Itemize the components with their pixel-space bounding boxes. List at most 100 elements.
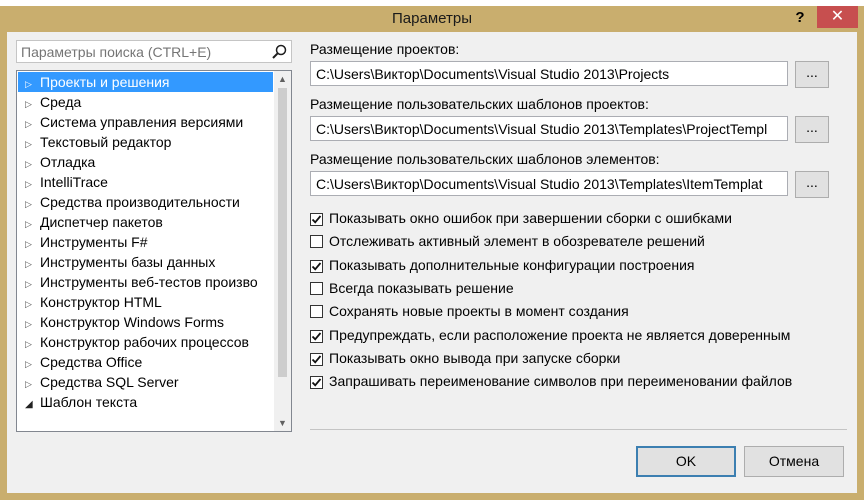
- tree-item[interactable]: ▷ Текстовый редактор: [18, 132, 273, 152]
- collapsed-arrow-icon[interactable]: ▷: [25, 114, 40, 132]
- tree-item[interactable]: ◢ Шаблон текста: [18, 392, 273, 412]
- collapsed-arrow-icon[interactable]: ▷: [25, 74, 40, 92]
- option-checkbox-row[interactable]: Показывать окно ошибок при завершении сб…: [310, 208, 732, 228]
- collapsed-arrow-icon[interactable]: ▷: [25, 154, 40, 172]
- search-icon[interactable]: [271, 44, 289, 60]
- tree-item[interactable]: ▷ Инструменты веб-тестов произво: [18, 272, 273, 292]
- dialog-client-area: ▷Проекты и решения▷Среда▷Система управле…: [7, 32, 857, 493]
- tree-item[interactable]: ▷ Отладка: [18, 152, 273, 172]
- collapsed-arrow-icon[interactable]: ▷: [25, 194, 40, 212]
- option-checkbox-row[interactable]: Показывать дополнительные конфигурации п…: [310, 255, 694, 275]
- option-checkbox-row[interactable]: Предупреждать, если расположение проекта…: [310, 325, 790, 345]
- collapsed-arrow-icon[interactable]: ▷: [25, 234, 40, 252]
- tree-scrollbar[interactable]: ▲ ▼: [274, 71, 291, 431]
- close-button[interactable]: ✕: [817, 6, 858, 28]
- path-input[interactable]: [310, 61, 788, 86]
- close-icon: ✕: [830, 8, 845, 25]
- tree-item[interactable]: ▷ Диспетчер пакетов: [18, 212, 273, 232]
- tree-item[interactable]: ▷ Среда: [18, 92, 273, 112]
- collapsed-arrow-icon[interactable]: ▷: [25, 314, 40, 332]
- option-label: Всегда показывать решение: [329, 279, 514, 296]
- tree-item[interactable]: ▷ Конструктор HTML: [18, 292, 273, 312]
- option-checkbox-row[interactable]: Сохранять новые проекты в момент создани…: [310, 301, 629, 321]
- tree-item-label: Конструктор рабочих процессов: [40, 334, 249, 350]
- collapsed-arrow-icon[interactable]: ▷: [25, 94, 40, 112]
- collapsed-arrow-icon[interactable]: ▷: [25, 254, 40, 272]
- checkmark-icon: [311, 331, 322, 341]
- option-checkbox-row[interactable]: Запрашивать переименование символов при …: [310, 371, 792, 391]
- collapsed-arrow-icon[interactable]: ▷: [25, 214, 40, 232]
- browse-button[interactable]: ...: [795, 171, 829, 198]
- checkmark-icon: [311, 355, 322, 364]
- checkbox-unchecked[interactable]: [310, 305, 323, 319]
- checkbox-checked[interactable]: [310, 352, 323, 366]
- checkbox-checked[interactable]: [310, 259, 323, 273]
- search-input[interactable]: [17, 41, 267, 62]
- checkbox-checked[interactable]: [310, 213, 323, 226]
- option-label: Запрашивать переименование символов при …: [329, 373, 793, 390]
- tree-item-label: Конструктор Windows Forms: [40, 314, 225, 330]
- scroll-thumb[interactable]: [278, 88, 287, 377]
- tree-item[interactable]: ▷ Инструменты базы данных: [18, 252, 273, 272]
- tree-item[interactable]: ▷ Конструктор рабочих процессов: [18, 332, 273, 352]
- collapsed-arrow-icon[interactable]: ▷: [25, 274, 40, 292]
- tree-item-label: IntelliTrace: [40, 174, 108, 190]
- tree-item-label: Конструктор HTML: [40, 294, 162, 310]
- collapsed-arrow-icon[interactable]: ▷: [25, 374, 40, 392]
- browse-button[interactable]: ...: [795, 116, 829, 143]
- field-label: Размещение пользовательских шаблонов эле…: [310, 151, 660, 167]
- title-bar[interactable]: Параметры ? ✕: [0, 6, 864, 32]
- tree-item-label: Инструменты F#: [40, 234, 148, 250]
- option-label: Показывать окно ошибок при завершении сб…: [329, 210, 732, 226]
- tree-item[interactable]: ▷ Конструктор Windows Forms: [18, 312, 273, 332]
- tree-item-label: Проекты и решения: [40, 74, 170, 90]
- option-checkbox-row[interactable]: Отслеживать активный элемент в обозреват…: [310, 231, 705, 251]
- checkbox-unchecked[interactable]: [310, 281, 323, 295]
- option-checkbox-row[interactable]: Показывать окно вывода при запуске сборк…: [310, 348, 620, 368]
- tree-item-label: Средства производительности: [40, 194, 240, 210]
- dialog-title: Параметры: [392, 10, 472, 27]
- tree-item-label: Текстовый редактор: [40, 134, 172, 150]
- tree-item[interactable]: ▷ Средства Office: [18, 352, 273, 372]
- tree-item-label: Шаблон текста: [40, 394, 138, 410]
- collapsed-arrow-icon[interactable]: ▷: [25, 334, 40, 352]
- scroll-up-icon[interactable]: ▲: [274, 71, 291, 87]
- help-button[interactable]: ?: [790, 8, 810, 28]
- separator: [310, 429, 847, 430]
- tree-item-label: Средства SQL Server: [40, 374, 179, 390]
- tree-item-label: Диспетчер пакетов: [40, 214, 163, 230]
- cancel-button[interactable]: Отмена: [744, 446, 844, 477]
- field-label: Размещение пользовательских шаблонов про…: [310, 96, 649, 112]
- tree-item[interactable]: ▷ Система управления версиями: [18, 112, 273, 132]
- option-label: Отслеживать активный элемент в обозреват…: [329, 233, 705, 250]
- tree-item[interactable]: ▷ Инструменты F#: [18, 232, 273, 252]
- tree-item[interactable]: ▷ IntelliTrace: [18, 172, 273, 192]
- path-input[interactable]: [310, 171, 788, 196]
- checkbox-checked[interactable]: [310, 376, 323, 390]
- tree-item-label: Средства Office: [40, 354, 143, 370]
- expanded-arrow-icon[interactable]: ◢: [25, 395, 40, 412]
- tree-item-label: Система управления версиями: [40, 114, 244, 130]
- collapsed-arrow-icon[interactable]: ▷: [25, 174, 40, 192]
- collapsed-arrow-icon[interactable]: ▷: [25, 294, 40, 312]
- browse-button[interactable]: ...: [795, 61, 829, 88]
- collapsed-arrow-icon[interactable]: ▷: [25, 134, 40, 152]
- option-label: Предупреждать, если расположение проекта…: [329, 326, 791, 343]
- tree-item[interactable]: ▷ Средства производительности: [18, 192, 273, 212]
- options-dialog: Параметры ? ✕ ▷Проекты и решения▷Среда▷С…: [0, 0, 864, 500]
- option-checkbox-row[interactable]: Всегда показывать решение: [310, 278, 514, 298]
- scroll-down-icon[interactable]: ▼: [274, 415, 291, 431]
- tree-item[interactable]: ▷ Средства SQL Server: [18, 372, 273, 392]
- options-tree[interactable]: ▷ Проекты и решения ▷ Среда ▷ Система управле…: [16, 70, 292, 432]
- collapsed-arrow-icon[interactable]: ▷: [25, 354, 40, 372]
- checkbox-checked[interactable]: [310, 329, 323, 343]
- field-label: Размещение проектов:: [310, 41, 460, 57]
- checkbox-unchecked[interactable]: [310, 235, 323, 249]
- search-box[interactable]: [16, 40, 292, 63]
- ok-button[interactable]: OK: [636, 446, 736, 477]
- tree-item[interactable]: ▷ Проекты и решения: [18, 72, 273, 92]
- option-label: Показывать дополнительные конфигурации п…: [329, 256, 695, 273]
- option-label: Показывать окно вывода при запуске сборк…: [329, 349, 621, 366]
- option-label: Сохранять новые проекты в момент создани…: [329, 303, 629, 320]
- path-input[interactable]: [310, 116, 788, 141]
